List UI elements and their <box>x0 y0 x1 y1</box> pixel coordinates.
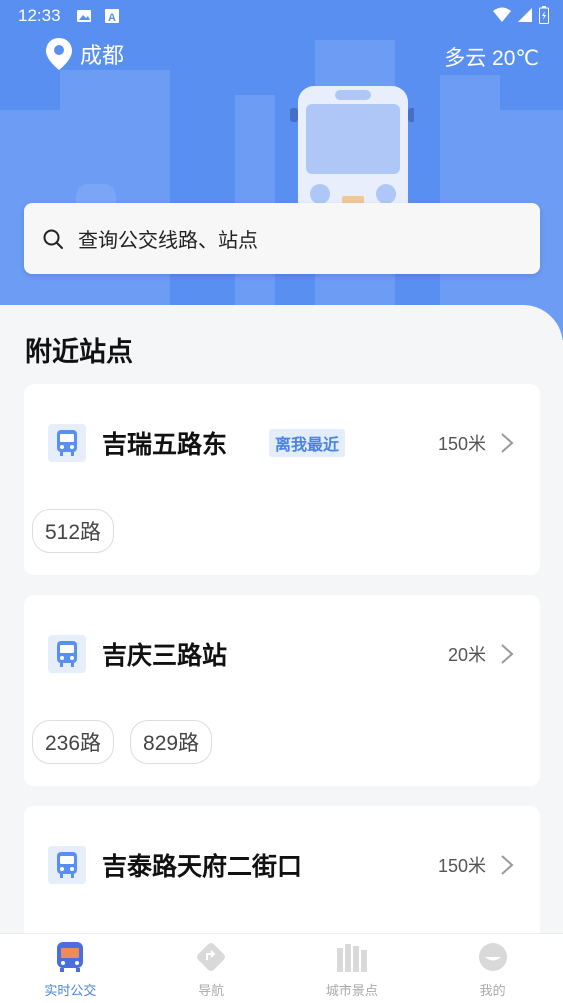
stop-distance: 20米 <box>447 645 486 665</box>
navigation-icon <box>197 943 226 971</box>
route-tag[interactable]: 512路 <box>32 509 115 553</box>
tab-label: 城市景点 <box>325 983 378 998</box>
route-tag[interactable]: 236路 <box>32 720 115 764</box>
battery-icon <box>539 6 549 24</box>
signal-icon <box>518 8 532 22</box>
stop-header: 吉庆三路站 20米 <box>48 635 514 673</box>
chevron-right-icon <box>501 855 514 875</box>
weather-info: 多云 20℃ <box>444 47 539 70</box>
tab-label: 我的 <box>479 983 506 998</box>
status-time: 12:33 <box>18 6 61 25</box>
stop-name: 吉瑞五路东 <box>102 431 228 459</box>
stop-card[interactable]: 吉瑞五路东 离我最近 150米 512路 <box>24 384 540 575</box>
tab-label: 实时公交 <box>44 983 97 998</box>
section-title: 附近站点 <box>25 337 133 367</box>
city-selector[interactable]: 成都 <box>46 38 124 70</box>
font-icon: A <box>105 9 119 24</box>
stop-distance: 150米 <box>437 856 486 876</box>
wifi-icon <box>493 7 511 22</box>
status-bar: 12:33 A <box>0 0 563 32</box>
chevron-right-icon <box>501 644 514 664</box>
bus-icon <box>57 942 84 972</box>
gallery-icon <box>77 10 91 22</box>
stop-distance: 150米 <box>437 434 486 454</box>
nearest-badge: 离我最近 <box>269 429 346 457</box>
stop-header: 吉泰路天府二街口 150米 <box>48 846 514 884</box>
tab-navigation[interactable]: 导航 <box>141 934 282 1003</box>
bus-stop-icon <box>48 424 86 462</box>
search-placeholder: 查询公交线路、站点 <box>78 230 258 252</box>
profile-icon <box>478 943 507 971</box>
location-pin-icon <box>46 38 72 70</box>
city-icon <box>336 944 367 972</box>
route-list: 236路 829路 <box>32 720 213 764</box>
search-icon <box>43 229 63 249</box>
tab-profile[interactable]: 我的 <box>422 934 563 1003</box>
city-name: 成都 <box>80 43 125 68</box>
search-bar[interactable]: 查询公交线路、站点 <box>24 203 540 274</box>
bus-stop-icon <box>48 846 86 884</box>
stop-header: 吉瑞五路东 离我最近 150米 <box>48 424 514 462</box>
tab-realtime-bus[interactable]: 实时公交 <box>0 934 141 1003</box>
route-tag[interactable]: 829路 <box>130 720 213 764</box>
stop-card[interactable]: 吉庆三路站 20米 236路 829路 <box>24 595 540 786</box>
tab-label: 导航 <box>198 983 225 998</box>
chevron-right-icon <box>501 433 514 453</box>
svg-text:A: A <box>108 12 116 24</box>
stop-name: 吉泰路天府二街口 <box>102 853 303 881</box>
bottom-tab-bar: 实时公交 导航 城市景点 我的 <box>0 933 563 1003</box>
bus-stop-icon <box>48 635 86 673</box>
tab-city-attractions[interactable]: 城市景点 <box>282 934 423 1003</box>
stop-name: 吉庆三路站 <box>102 642 228 670</box>
route-list: 512路 <box>32 509 115 553</box>
